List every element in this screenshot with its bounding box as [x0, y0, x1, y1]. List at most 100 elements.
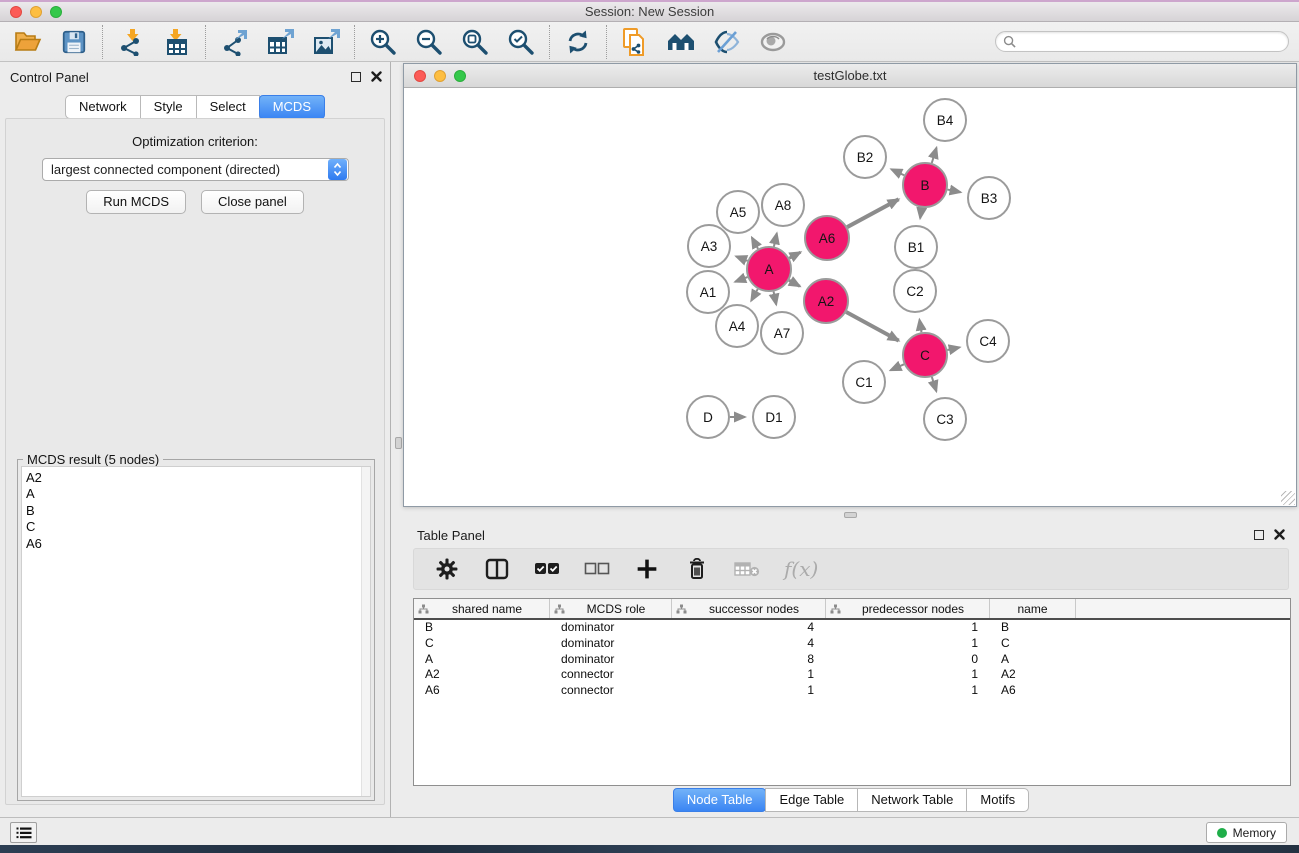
node-B2[interactable]: B2	[844, 136, 886, 178]
cell-predecessor-nodes[interactable]: 1	[826, 683, 990, 699]
result-list-item[interactable]: A	[26, 486, 370, 502]
close-panel-icon[interactable]	[371, 71, 382, 82]
network-from-selection-icon[interactable]	[619, 26, 651, 58]
edge-C-C1[interactable]	[891, 364, 904, 370]
close-table-panel-icon[interactable]	[1274, 529, 1285, 540]
cell-name[interactable]: A6	[990, 683, 1076, 699]
global-search-field[interactable]	[995, 31, 1289, 52]
tab-motifs[interactable]: Motifs	[966, 788, 1029, 812]
show-all-icon[interactable]	[757, 26, 789, 58]
mcds-result-list[interactable]: A2ABCA6	[21, 466, 371, 797]
cell-successor-nodes[interactable]: 1	[672, 667, 826, 683]
node-A[interactable]: A	[747, 247, 791, 291]
node-B3[interactable]: B3	[968, 177, 1010, 219]
edge-B-B2[interactable]	[891, 169, 904, 175]
export-image-icon[interactable]	[310, 26, 342, 58]
edge-B-B4[interactable]	[932, 148, 937, 163]
edge-C-C3[interactable]	[932, 377, 936, 391]
edge-B-B3[interactable]	[948, 190, 961, 193]
cell-shared-name[interactable]: A6	[414, 683, 550, 699]
table-row[interactable]: Cdominator41C	[414, 636, 1290, 652]
node-A7[interactable]: A7	[761, 312, 803, 354]
zoom-in-icon[interactable]	[367, 26, 399, 58]
refresh-view-icon[interactable]	[562, 26, 594, 58]
cell-successor-nodes[interactable]: 1	[672, 683, 826, 699]
edge-A6-B[interactable]	[847, 199, 898, 227]
cell-MCDS-role[interactable]: dominator	[550, 652, 672, 668]
table-row[interactable]: Bdominator41B	[414, 620, 1290, 636]
node-A5[interactable]: A5	[717, 191, 759, 233]
search-input[interactable]	[1016, 35, 1281, 49]
cell-MCDS-role[interactable]: dominator	[550, 636, 672, 652]
table-settings-icon[interactable]	[434, 556, 460, 582]
result-list-item[interactable]: B	[26, 503, 370, 519]
table-row[interactable]: Adominator80A	[414, 652, 1290, 668]
node-A3[interactable]: A3	[688, 225, 730, 267]
network-canvas[interactable]: B4B2BB3A8A5A6A3B1AC2A1A2A4A7C4CC1C3DD1	[404, 88, 1296, 506]
cell-predecessor-nodes[interactable]: 1	[826, 620, 990, 636]
edge-A-A4[interactable]	[751, 289, 758, 301]
import-network-icon[interactable]	[115, 26, 147, 58]
cell-name[interactable]: A2	[990, 667, 1076, 683]
node-C1[interactable]: C1	[843, 361, 885, 403]
export-network-icon[interactable]	[218, 26, 250, 58]
edge-A-A8[interactable]	[774, 233, 777, 246]
column-header-shared-name[interactable]: shared name	[414, 599, 550, 618]
result-list-item[interactable]: A6	[26, 536, 370, 552]
cell-shared-name[interactable]: B	[414, 620, 550, 636]
zoom-selected-icon[interactable]	[505, 26, 537, 58]
node-A6[interactable]: A6	[805, 216, 849, 260]
cell-MCDS-role[interactable]: connector	[550, 667, 672, 683]
window-resize-grip[interactable]	[1281, 491, 1295, 505]
import-table-icon[interactable]	[161, 26, 193, 58]
cell-successor-nodes[interactable]: 8	[672, 652, 826, 668]
cell-successor-nodes[interactable]: 4	[672, 620, 826, 636]
node-A2[interactable]: A2	[804, 279, 848, 323]
deselect-all-columns-icon[interactable]	[584, 556, 610, 582]
column-header-MCDS-role[interactable]: MCDS role	[550, 599, 672, 618]
network-close-icon[interactable]	[414, 70, 426, 82]
tab-style[interactable]: Style	[140, 95, 197, 119]
float-table-panel-icon[interactable]	[1254, 530, 1264, 540]
result-list-scrollbar[interactable]	[361, 467, 370, 796]
node-D[interactable]: D	[687, 396, 729, 438]
network-minimize-icon[interactable]	[434, 70, 446, 82]
edge-A-A7[interactable]	[774, 292, 777, 305]
zoom-out-icon[interactable]	[413, 26, 445, 58]
network-graph[interactable]: B4B2BB3A8A5A6A3B1AC2A1A2A4A7C4CC1C3DD1	[404, 88, 1296, 506]
cell-name[interactable]: C	[990, 636, 1076, 652]
minimize-window-icon[interactable]	[30, 6, 42, 18]
split-view-icon[interactable]	[484, 556, 510, 582]
cell-predecessor-nodes[interactable]: 1	[826, 667, 990, 683]
cell-shared-name[interactable]: A2	[414, 667, 550, 683]
edge-C-C4[interactable]	[947, 347, 959, 350]
save-session-icon[interactable]	[58, 26, 90, 58]
export-table-icon[interactable]	[264, 26, 296, 58]
first-neighbors-icon[interactable]	[665, 26, 697, 58]
node-C3[interactable]: C3	[924, 398, 966, 440]
cell-shared-name[interactable]: A	[414, 652, 550, 668]
left-splitter-grip[interactable]	[395, 437, 402, 449]
table-row[interactable]: A6connector11A6	[414, 683, 1290, 699]
cell-successor-nodes[interactable]: 4	[672, 636, 826, 652]
close-window-icon[interactable]	[10, 6, 22, 18]
edge-A-A3[interactable]	[736, 256, 747, 260]
close-panel-button[interactable]: Close panel	[201, 190, 304, 214]
cell-MCDS-role[interactable]: dominator	[550, 620, 672, 636]
edge-A2-C[interactable]	[846, 312, 898, 341]
zoom-fit-icon[interactable]	[459, 26, 491, 58]
edge-A-A6[interactable]	[789, 252, 800, 258]
add-column-icon[interactable]	[634, 556, 660, 582]
cell-predecessor-nodes[interactable]: 0	[826, 652, 990, 668]
optimization-criterion-select[interactable]: largest connected component (directed)	[42, 158, 349, 181]
column-header-successor-nodes[interactable]: successor nodes	[672, 599, 826, 618]
node-B[interactable]: B	[903, 163, 947, 207]
column-header-name[interactable]: name	[990, 599, 1076, 618]
result-list-item[interactable]: A2	[26, 470, 370, 486]
tab-network[interactable]: Network	[65, 95, 141, 119]
column-header-predecessor-nodes[interactable]: predecessor nodes	[826, 599, 990, 618]
cell-name[interactable]: B	[990, 620, 1076, 636]
result-list-item[interactable]: C	[26, 519, 370, 535]
network-maximize-icon[interactable]	[454, 70, 466, 82]
tab-edge-table[interactable]: Edge Table	[765, 788, 858, 812]
